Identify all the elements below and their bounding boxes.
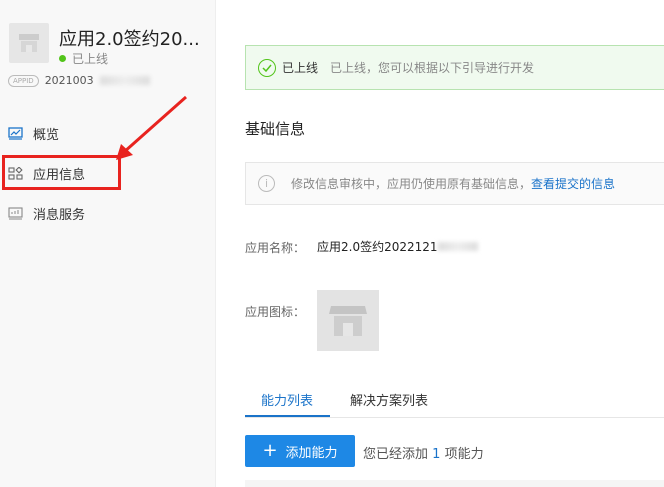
added-prefix: 您已经添加 xyxy=(363,447,429,462)
main-content: 已上线 已上线，您可以根据以下引导进行开发 基础信息 i 修改信息审核中，应用仍… xyxy=(216,0,664,487)
info-icon: i xyxy=(258,175,275,192)
view-submitted-info-link[interactable]: 查看提交的信息 xyxy=(531,175,615,192)
sidebar-item-label: 消息服务 xyxy=(33,208,86,223)
online-status-banner: 已上线 已上线，您可以根据以下引导进行开发 xyxy=(245,45,664,90)
added-capability-count: 您已经添加 1 项能力 xyxy=(363,443,484,462)
added-suffix: 项能力 xyxy=(444,447,484,462)
banner-status: 已上线 xyxy=(282,61,319,75)
active-tab-indicator xyxy=(245,415,330,417)
redacted-region xyxy=(437,242,478,251)
tab-capability-list[interactable]: 能力列表 xyxy=(261,390,313,409)
annotation-arrow xyxy=(116,95,187,160)
app-icon-label: 应用图标： xyxy=(245,305,306,319)
app-name-label: 应用名称： xyxy=(245,241,306,255)
banner-message: 已上线，您可以根据以下引导进行开发 xyxy=(330,61,535,75)
store-icon xyxy=(329,305,367,336)
section-title-basic-info: 基础信息 xyxy=(245,120,306,138)
tab-solution-list[interactable]: 解决方案列表 xyxy=(350,390,428,409)
app-icon-preview xyxy=(317,290,379,351)
add-capability-label: 添加能力 xyxy=(285,445,338,461)
notice-text: 修改信息审核中，应用仍使用原有基础信息， xyxy=(291,177,532,191)
table-header-strip xyxy=(245,480,664,487)
plus-icon: + xyxy=(262,440,278,461)
message-service-icon xyxy=(8,207,23,220)
review-notice: i 修改信息审核中，应用仍使用原有基础信息， 查看提交的信息 xyxy=(245,162,664,205)
app-name-value: 应用2.0签约2022121 xyxy=(317,238,478,255)
capability-tabs: 能力列表 解决方案列表 xyxy=(245,378,664,418)
added-count: 1 xyxy=(432,447,441,462)
sidebar: 应用2.0签约20... 已上线 APPID 2021003 概览 应用信息 消… xyxy=(0,0,216,487)
app-name-value-text: 应用2.0签约2022121 xyxy=(317,240,438,254)
sidebar-item-message-service[interactable]: 消息服务 xyxy=(8,204,85,223)
check-circle-icon xyxy=(258,58,276,77)
add-capability-button[interactable]: + 添加能力 xyxy=(245,435,355,467)
